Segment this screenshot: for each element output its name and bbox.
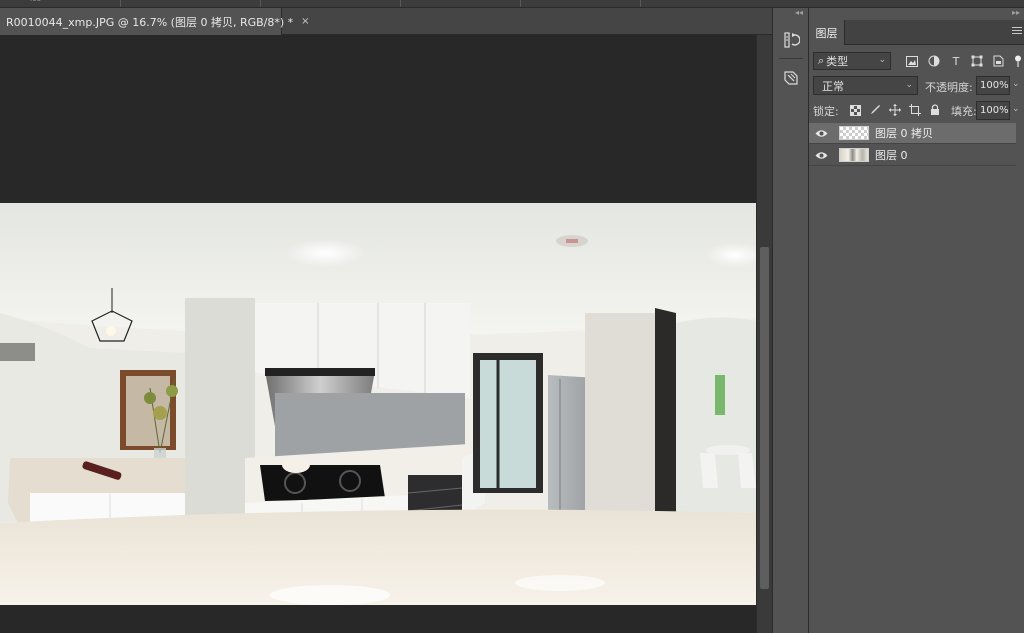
layer-thumbnail xyxy=(839,148,869,162)
filter-adjustment-icon[interactable] xyxy=(927,54,941,68)
options-divider xyxy=(640,0,641,7)
options-divider xyxy=(520,0,521,7)
lock-position-icon[interactable] xyxy=(887,102,903,118)
lock-artboard-icon[interactable] xyxy=(907,102,923,118)
filter-kind-value: 类型 xyxy=(826,55,849,68)
scrollbar-thumb[interactable] xyxy=(760,247,769,589)
panel-menu-icon[interactable] xyxy=(1012,27,1022,37)
panorama-image[interactable] xyxy=(0,203,756,605)
blend-mode-select[interactable]: 正常 ⌄ xyxy=(813,76,918,95)
filter-pixel-icon[interactable] xyxy=(905,54,919,68)
collapse-panel-icon[interactable]: ▸▸ xyxy=(1012,8,1020,17)
lock-label: 锁定: xyxy=(813,105,839,118)
options-bar: 455 xyxy=(0,0,1024,8)
kitchen-panorama-illustration xyxy=(0,203,756,605)
layers-panel: ▸▸ 图层 ⌕ 类型 ⌄ T 正常 ⌄ 不透明度: 100% ⌄ 锁定: 填充:… xyxy=(809,8,1024,633)
search-icon: ⌕ xyxy=(818,54,825,67)
dock-divider xyxy=(779,58,803,59)
filter-type-icon[interactable]: T xyxy=(949,54,963,68)
fill-field[interactable]: 100% xyxy=(976,101,1010,120)
photoshop-window: 455 R0010044_xmp.JPG @ 16.7% (图层 0 拷贝, R… xyxy=(0,0,1024,633)
filter-smart-object-icon[interactable] xyxy=(991,54,1005,68)
collapsed-panel-dock: ◂◂ xyxy=(772,8,809,633)
fill-dropdown-icon[interactable]: ⌄ xyxy=(1012,104,1020,114)
document-tab-strip: R0010044_xmp.JPG @ 16.7% (图层 0 拷贝, RGB/8… xyxy=(0,8,772,35)
layer-name[interactable]: 图层 0 xyxy=(875,147,908,163)
options-divider xyxy=(400,0,401,7)
document-tab[interactable]: R0010044_xmp.JPG @ 16.7% (图层 0 拷贝, RGB/8… xyxy=(0,8,310,35)
chevron-down-icon: ⌄ xyxy=(878,55,886,65)
opacity-label: 不透明度: xyxy=(925,81,973,94)
lock-image-pixels-icon[interactable] xyxy=(867,102,883,118)
layer-name[interactable]: 图层 0 拷贝 xyxy=(875,125,933,141)
blend-opacity-row: 正常 ⌄ 不透明度: 100% ⌄ xyxy=(813,76,1024,96)
document-tab-title: R0010044_xmp.JPG @ 16.7% (图层 0 拷贝, RGB/8… xyxy=(6,15,294,29)
layer-filter-row: ⌕ 类型 ⌄ T xyxy=(813,52,1024,72)
options-bar-value: 455 xyxy=(28,0,41,3)
history-icon[interactable] xyxy=(779,28,803,52)
filter-shape-icon[interactable] xyxy=(970,54,984,68)
lock-fill-row: 锁定: 填充: 100% ⌄ xyxy=(813,101,1024,121)
layer-row-copy[interactable]: 图层 0 拷贝 xyxy=(809,123,1016,144)
vertical-scrollbar[interactable] xyxy=(756,35,772,633)
filter-toggle-icon[interactable] xyxy=(1011,54,1024,68)
canvas-workspace[interactable] xyxy=(0,35,756,633)
chevron-down-icon: ⌄ xyxy=(905,80,913,90)
lock-all-icon[interactable] xyxy=(927,102,943,118)
filter-kind-select[interactable]: ⌕ 类型 ⌄ xyxy=(813,52,891,70)
layer-row-base[interactable]: 图层 0 xyxy=(809,145,1016,166)
opacity-value: 100% xyxy=(980,80,1009,91)
layer-thumbnail xyxy=(839,126,869,140)
opacity-field[interactable]: 100% xyxy=(976,76,1010,95)
options-divider xyxy=(260,0,261,7)
lock-transparent-pixels-icon[interactable] xyxy=(847,102,863,118)
close-tab-icon[interactable]: × xyxy=(301,16,309,27)
fill-value: 100% xyxy=(980,105,1009,116)
panel-tab-bar: 图层 xyxy=(809,20,1024,45)
opacity-dropdown-icon[interactable]: ⌄ xyxy=(1012,79,1020,89)
options-divider xyxy=(120,0,121,7)
properties-icon[interactable] xyxy=(779,66,803,90)
blend-mode-value: 正常 xyxy=(822,79,844,93)
collapse-dock-icon[interactable]: ◂◂ xyxy=(795,8,803,17)
eye-icon[interactable] xyxy=(809,123,833,144)
eye-icon[interactable] xyxy=(809,145,833,166)
tab-layers[interactable]: 图层 xyxy=(809,20,845,45)
fill-label: 填充: xyxy=(951,105,977,118)
